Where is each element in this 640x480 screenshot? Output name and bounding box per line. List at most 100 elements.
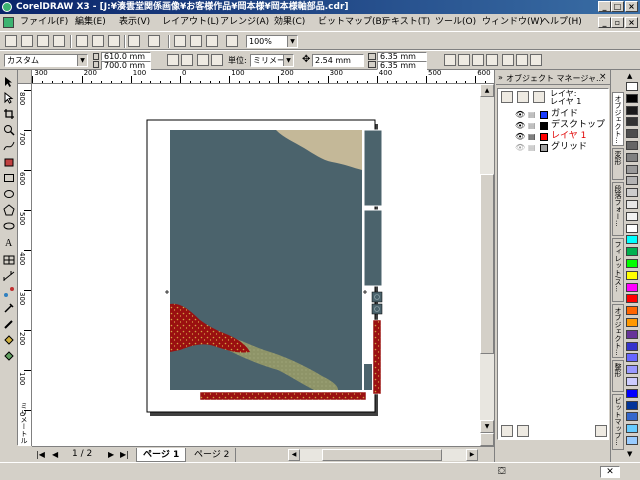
palette-swatch[interactable] [626, 282, 638, 292]
palette-swatch[interactable] [626, 329, 638, 339]
palette-swatch[interactable] [626, 270, 638, 280]
duplicate-y-input[interactable]: 6.35 mm [377, 61, 427, 70]
dynamic-guides-icon[interactable] [486, 54, 498, 66]
table-tool-icon[interactable] [3, 254, 15, 266]
vertical-brocade-strip[interactable] [372, 319, 382, 395]
palette-swatch[interactable] [626, 318, 638, 327]
draw-complex-icon[interactable] [516, 54, 528, 66]
palette-swatch[interactable] [626, 377, 638, 386]
palette-swatch[interactable] [626, 424, 638, 434]
print-icon[interactable]: ▤ [528, 142, 536, 153]
new-master-layer-icon[interactable] [517, 425, 529, 437]
vertical-scrollbar[interactable]: ▲ ▼ [480, 84, 494, 446]
no-fill-indicator-icon[interactable]: ✕ [600, 466, 620, 478]
units-select[interactable]: ミリメートル ▼ [250, 54, 294, 67]
palette-swatch[interactable] [626, 93, 638, 103]
menu-edit[interactable]: 編集(E) [75, 16, 106, 29]
layer-row-layer1[interactable]: 👁 ▤ レイヤ 1 [498, 131, 610, 142]
paste-icon[interactable] [108, 35, 120, 47]
palette-swatch[interactable] [626, 388, 638, 398]
basic-shapes-tool-icon[interactable] [3, 220, 15, 232]
horizontal-ruler[interactable]: 300 200 100 0 100 200 300 400 500 600 [32, 70, 494, 84]
minimize-button[interactable]: _ [598, 1, 611, 12]
tab-transform[interactable]: 変形 [612, 148, 624, 180]
menu-help[interactable]: ヘルプ(H) [541, 16, 582, 29]
menu-bitmaps[interactable]: ビットマップ(B) [318, 16, 385, 29]
scroll-up-arrow-icon[interactable]: ▲ [480, 84, 494, 97]
application-launcher-icon[interactable] [206, 35, 218, 47]
h-scroll-thumb[interactable] [322, 449, 442, 461]
menu-effects[interactable]: 効果(C) [274, 16, 305, 29]
palette-scroll-up-icon[interactable]: ▲ [627, 72, 632, 80]
palette-swatch[interactable] [626, 82, 638, 91]
print-icon[interactable]: ▤ [528, 131, 536, 142]
knob-bottom[interactable] [371, 303, 383, 315]
palette-swatch[interactable] [626, 247, 638, 257]
layer-color-swatch[interactable] [540, 111, 548, 119]
layer-color-swatch[interactable] [540, 122, 548, 130]
prev-page-icon[interactable]: ◀ [52, 450, 58, 459]
tab-page-2[interactable]: ページ 2 [188, 448, 237, 462]
new-layer-icon[interactable] [501, 425, 513, 437]
palette-swatch[interactable] [626, 436, 638, 445]
maximize-button[interactable]: □ [611, 1, 624, 12]
eye-icon[interactable]: 👁 [515, 109, 525, 120]
scroll-down-arrow-icon[interactable]: ▼ [480, 420, 494, 433]
layer-row-desktop[interactable]: 👁 ▤ デスクトップ [498, 120, 610, 131]
eye-icon[interactable]: 👁 [515, 120, 525, 131]
nudge-distance-input[interactable]: 2.54 mm [312, 54, 364, 67]
menu-arrange[interactable]: アレンジ(A) [220, 16, 269, 29]
scroll-left-arrow-icon[interactable]: ◀ [288, 449, 300, 461]
dimension-tool-icon[interactable] [3, 270, 15, 282]
palette-swatch[interactable] [626, 129, 638, 139]
snap-to-grid-icon[interactable] [444, 54, 456, 66]
interactive-fill-tool-icon[interactable] [3, 350, 15, 362]
palette-swatch[interactable] [626, 341, 638, 351]
eyedropper-tool-icon[interactable] [3, 302, 15, 314]
export-icon[interactable] [190, 35, 202, 47]
menu-layout[interactable]: レイアウト(L) [162, 16, 219, 29]
scroll-thumb[interactable] [480, 174, 494, 354]
tab-bitmap[interactable]: ビットマップ... [612, 394, 624, 450]
show-properties-icon[interactable] [501, 91, 513, 103]
layer-color-swatch[interactable] [540, 133, 548, 141]
zoom-tool-icon[interactable] [3, 124, 15, 136]
document-icon[interactable] [3, 17, 14, 28]
palette-swatch[interactable] [626, 353, 638, 363]
layer-row-guides[interactable]: 👁 ▤ ガイド [498, 109, 610, 120]
redo-icon[interactable] [148, 35, 160, 47]
treat-as-filled-icon[interactable] [502, 54, 514, 66]
palette-swatch[interactable] [626, 259, 638, 268]
last-page-icon[interactable]: ▶| [120, 450, 129, 459]
outline-tool-icon[interactable] [3, 318, 15, 330]
options-icon[interactable] [530, 54, 542, 66]
coreldraw-app-icon[interactable] [2, 2, 12, 12]
tab-shaping[interactable]: 整形 [612, 360, 624, 392]
polygon-tool-icon[interactable] [3, 204, 15, 216]
docker-close-icon[interactable]: × [599, 72, 607, 82]
snap-to-objects-icon[interactable] [472, 54, 484, 66]
menu-tools[interactable]: ツール(O) [435, 16, 476, 29]
palette-swatch[interactable] [626, 294, 638, 304]
duplicate-x-input[interactable]: 6.35 mm [377, 52, 427, 61]
scroll-right-arrow-icon[interactable]: ▶ [466, 449, 478, 461]
palette-swatch[interactable] [626, 164, 638, 174]
palette-swatch[interactable] [626, 412, 638, 422]
tab-object-manager[interactable]: オブジェクト... [612, 92, 624, 146]
zoom-level-select[interactable]: 100% ▼ [246, 35, 298, 48]
palette-swatch[interactable] [626, 105, 638, 115]
edit-across-layers-icon[interactable] [517, 91, 529, 103]
snap-to-guides-icon[interactable] [458, 54, 470, 66]
palette-swatch[interactable] [626, 211, 638, 221]
chevron-down-icon[interactable]: ▼ [77, 55, 87, 66]
corel-online-icon[interactable] [226, 35, 238, 47]
new-icon[interactable] [5, 35, 17, 47]
tab-object-properties[interactable]: オブジェクト... [612, 304, 624, 358]
ruler-origin[interactable] [18, 70, 32, 84]
palette-swatch[interactable] [626, 141, 638, 150]
undo-icon[interactable] [128, 35, 140, 47]
palette-swatch[interactable] [626, 117, 638, 127]
chevron-down-icon[interactable]: ▼ [283, 55, 293, 66]
palette-swatch[interactable] [626, 152, 638, 162]
doc-close-button[interactable]: × [625, 17, 638, 28]
